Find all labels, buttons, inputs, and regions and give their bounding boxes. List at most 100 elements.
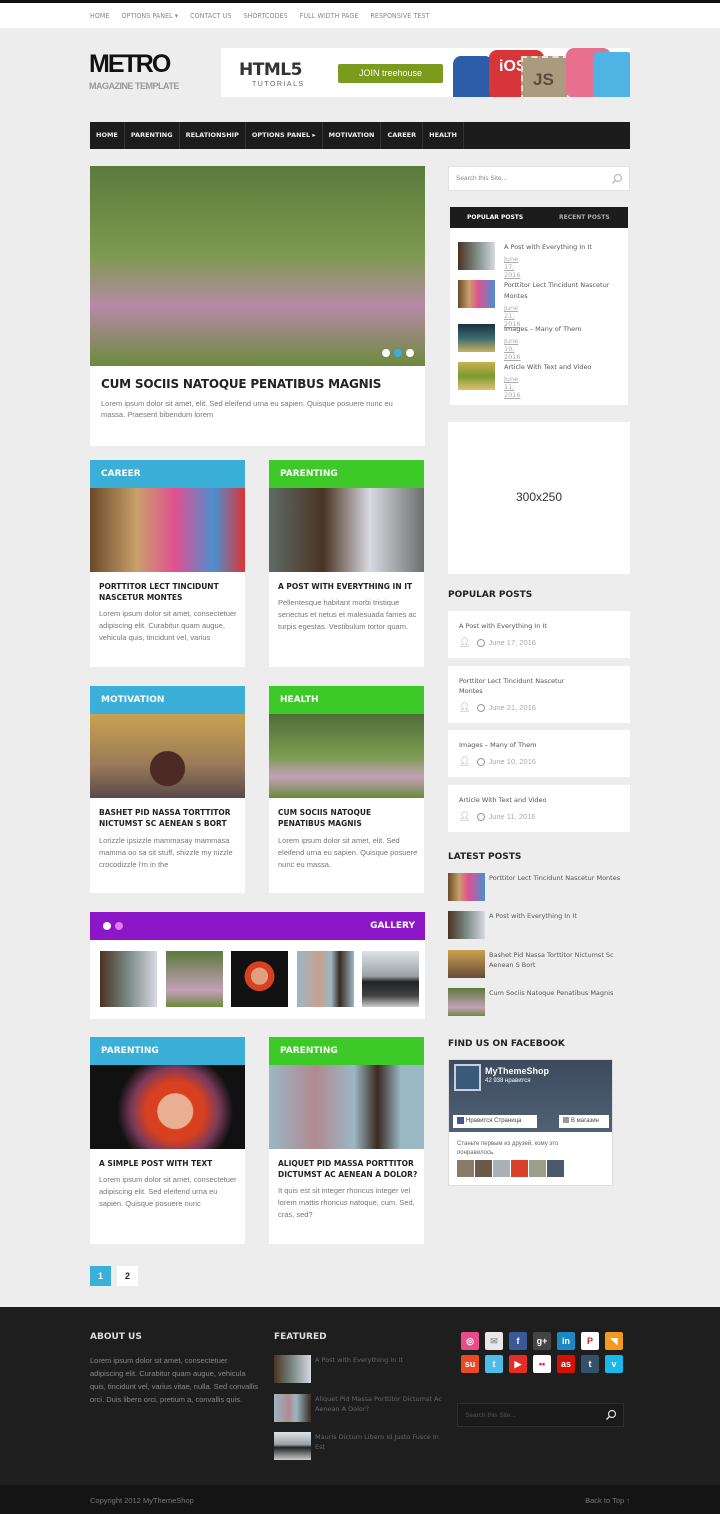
post-title[interactable]: A POST WITH EVERYTHING IN IT <box>278 581 418 592</box>
popular-post-item[interactable]: Images – Many of Them 👤︎ June 10, 2016 <box>448 730 630 777</box>
stumbleupon-icon[interactable]: su <box>461 1355 479 1373</box>
back-to-top-link[interactable]: Back to Top ↑ <box>585 1496 630 1505</box>
friend-avatar[interactable] <box>547 1160 564 1177</box>
featured-thumb[interactable] <box>274 1355 311 1383</box>
friend-avatar[interactable] <box>475 1160 492 1177</box>
facebook-page-name[interactable]: MyThemeShop <box>485 1066 549 1076</box>
gallery-thumb[interactable] <box>362 951 419 1007</box>
nav-relationship[interactable]: RELATIONSHIP <box>180 122 246 149</box>
nav-motivation[interactable]: MOTIVATION <box>323 122 382 149</box>
flickr-icon[interactable]: •• <box>533 1355 551 1373</box>
post-category[interactable]: PARENTING <box>269 1037 424 1065</box>
search-icon[interactable] <box>605 1409 617 1421</box>
nav-home[interactable]: HOME <box>90 122 125 149</box>
gallery-dot[interactable] <box>103 922 111 930</box>
post-title[interactable]: BASHET PID NASSA TORTTITOR NICTUMST SC A… <box>99 807 239 829</box>
post-title[interactable]: Porttitor Lect Tincidunt Nascetur Montes <box>489 873 629 883</box>
post-category[interactable]: CAREER <box>90 460 245 488</box>
post-image[interactable] <box>90 1065 245 1149</box>
friend-avatar[interactable] <box>493 1160 510 1177</box>
facebook-like-button[interactable]: Нравится Страница <box>453 1115 537 1128</box>
post-title[interactable]: Porttitor Lect Tincidunt Nascetur Montes <box>459 676 579 696</box>
footer-search-input[interactable]: Search this Site... <box>457 1403 624 1427</box>
slider-dot-active[interactable] <box>394 349 402 357</box>
facebook-page-avatar[interactable] <box>454 1064 481 1091</box>
featured-title-link[interactable]: Aliquet Pid Massa Porttitor Dictumst Ac … <box>315 1394 445 1414</box>
hero-image[interactable] <box>90 166 425 366</box>
page-1-button[interactable]: 1 <box>90 1266 111 1286</box>
post-title[interactable]: Porttitor Lect Tincidunt Nascetur Montes <box>504 280 624 302</box>
featured-title-link[interactable]: Mauris Dictum Libero Id Justo Fusce In E… <box>315 1432 445 1452</box>
featured-thumb[interactable] <box>274 1432 311 1460</box>
featured-title-link[interactable]: A Post with Everything In It <box>315 1355 445 1365</box>
post-title[interactable]: Article With Text and Video <box>459 795 609 805</box>
hero-title[interactable]: CUM SOCIIS NATOQUE PENATIBUS MAGNIS <box>101 377 381 391</box>
post-thumb[interactable] <box>458 280 495 308</box>
site-logo[interactable]: METRO MAGAZINE TEMPLATE <box>89 52 179 92</box>
gallery-thumb[interactable] <box>100 951 157 1007</box>
gallery-dot-active[interactable] <box>115 922 123 930</box>
post-title[interactable]: Bashet Pid Nassa Torttitor Nictumst Sc A… <box>489 950 629 970</box>
top-nav-full-width[interactable]: FULL WIDTH PAGE <box>300 12 359 20</box>
dribbble-icon[interactable]: ◎ <box>461 1332 479 1350</box>
post-title[interactable]: PORTTITOR LECT TINCIDUNT NASCETUR MONTES <box>99 581 239 603</box>
nav-parenting[interactable]: PARENTING <box>125 122 180 149</box>
rss-icon[interactable]: ◥ <box>605 1332 623 1350</box>
post-image[interactable] <box>90 714 245 798</box>
latest-post-item[interactable]: A Post with Everything In It <box>448 911 630 941</box>
facebook-icon[interactable]: f <box>509 1332 527 1350</box>
post-image[interactable] <box>269 488 424 572</box>
top-nav-shortcodes[interactable]: SHORTCODES <box>244 12 288 20</box>
popular-post-item[interactable]: A Post with Everything In It 👤︎ June 17,… <box>448 611 630 658</box>
post-title[interactable]: Images – Many of Them <box>504 324 624 335</box>
header-ad-banner[interactable]: HTML5 TUTORIALS JOIN treehouse iOS JS <box>221 48 630 97</box>
linkedin-icon[interactable]: in <box>557 1332 575 1350</box>
gallery-thumb[interactable] <box>231 951 288 1007</box>
tumblr-icon[interactable]: t <box>581 1355 599 1373</box>
pinterest-icon[interactable]: P <box>581 1332 599 1350</box>
vimeo-icon[interactable]: v <box>605 1355 623 1373</box>
nav-health[interactable]: HEALTH <box>423 122 464 149</box>
post-title[interactable]: Cum Sociis Natoque Penatibus Magnis <box>489 988 629 998</box>
nav-options-panel[interactable]: OPTIONS PANEL ▸ <box>246 122 323 149</box>
gallery-thumb[interactable] <box>166 951 223 1007</box>
popular-post-item[interactable]: Porttitor Lect Tincidunt Nascetur Montes… <box>448 666 630 723</box>
post-title[interactable]: Article With Text and Video <box>504 362 624 373</box>
facebook-shop-button[interactable]: В магазин <box>559 1115 609 1128</box>
post-category[interactable]: PARENTING <box>269 460 424 488</box>
page-2-button[interactable]: 2 <box>117 1266 138 1286</box>
gallery-thumb[interactable] <box>297 951 354 1007</box>
post-thumb[interactable] <box>458 362 495 390</box>
latest-post-item[interactable]: Bashet Pid Nassa Torttitor Nictumst Sc A… <box>448 950 630 980</box>
post-image[interactable] <box>90 488 245 572</box>
friend-avatar[interactable] <box>511 1160 528 1177</box>
top-nav-responsive-test[interactable]: RESPONSIVE TEST <box>370 12 429 20</box>
tab-popular-posts[interactable]: POPULAR POSTS <box>467 214 523 221</box>
post-thumb[interactable] <box>458 242 495 270</box>
post-thumb[interactable] <box>448 988 485 1016</box>
banner-cta-button[interactable]: JOIN treehouse <box>338 64 443 83</box>
youtube-icon[interactable]: ▶ <box>509 1355 527 1373</box>
post-category[interactable]: HEALTH <box>269 686 424 714</box>
post-thumb[interactable] <box>448 911 485 939</box>
post-title[interactable]: ALIQUET PID MASSA PORTTITOR DICTUMST AC … <box>278 1158 418 1180</box>
sidebar-ad-300x250[interactable]: 300x250 <box>448 422 630 574</box>
post-title[interactable]: A Post with Everything In It <box>504 242 624 253</box>
post-category[interactable]: PARENTING <box>90 1037 245 1065</box>
sidebar-search-input[interactable]: Search this Site... <box>448 166 630 191</box>
friend-avatar[interactable] <box>457 1160 474 1177</box>
post-thumb[interactable] <box>458 324 495 352</box>
featured-thumb[interactable] <box>274 1394 311 1422</box>
top-nav-contact-us[interactable]: CONTACT US <box>190 12 231 20</box>
post-title[interactable]: A Post with Everything In It <box>459 621 609 631</box>
slider-dot[interactable] <box>382 349 390 357</box>
popular-post-item[interactable]: Article With Text and Video 👤︎ June 11, … <box>448 785 630 832</box>
post-title[interactable]: CUM SOCIIS NATOQUE PENATIBUS MAGNIS <box>278 807 418 829</box>
post-thumb[interactable] <box>448 950 485 978</box>
post-title[interactable]: A Post with Everything In It <box>489 911 629 921</box>
post-image[interactable] <box>269 714 424 798</box>
post-title[interactable]: Images – Many of Them <box>459 740 609 750</box>
search-icon[interactable] <box>611 173 623 185</box>
lastfm-icon[interactable]: as <box>557 1355 575 1373</box>
google-plus-icon[interactable]: g+ <box>533 1332 551 1350</box>
